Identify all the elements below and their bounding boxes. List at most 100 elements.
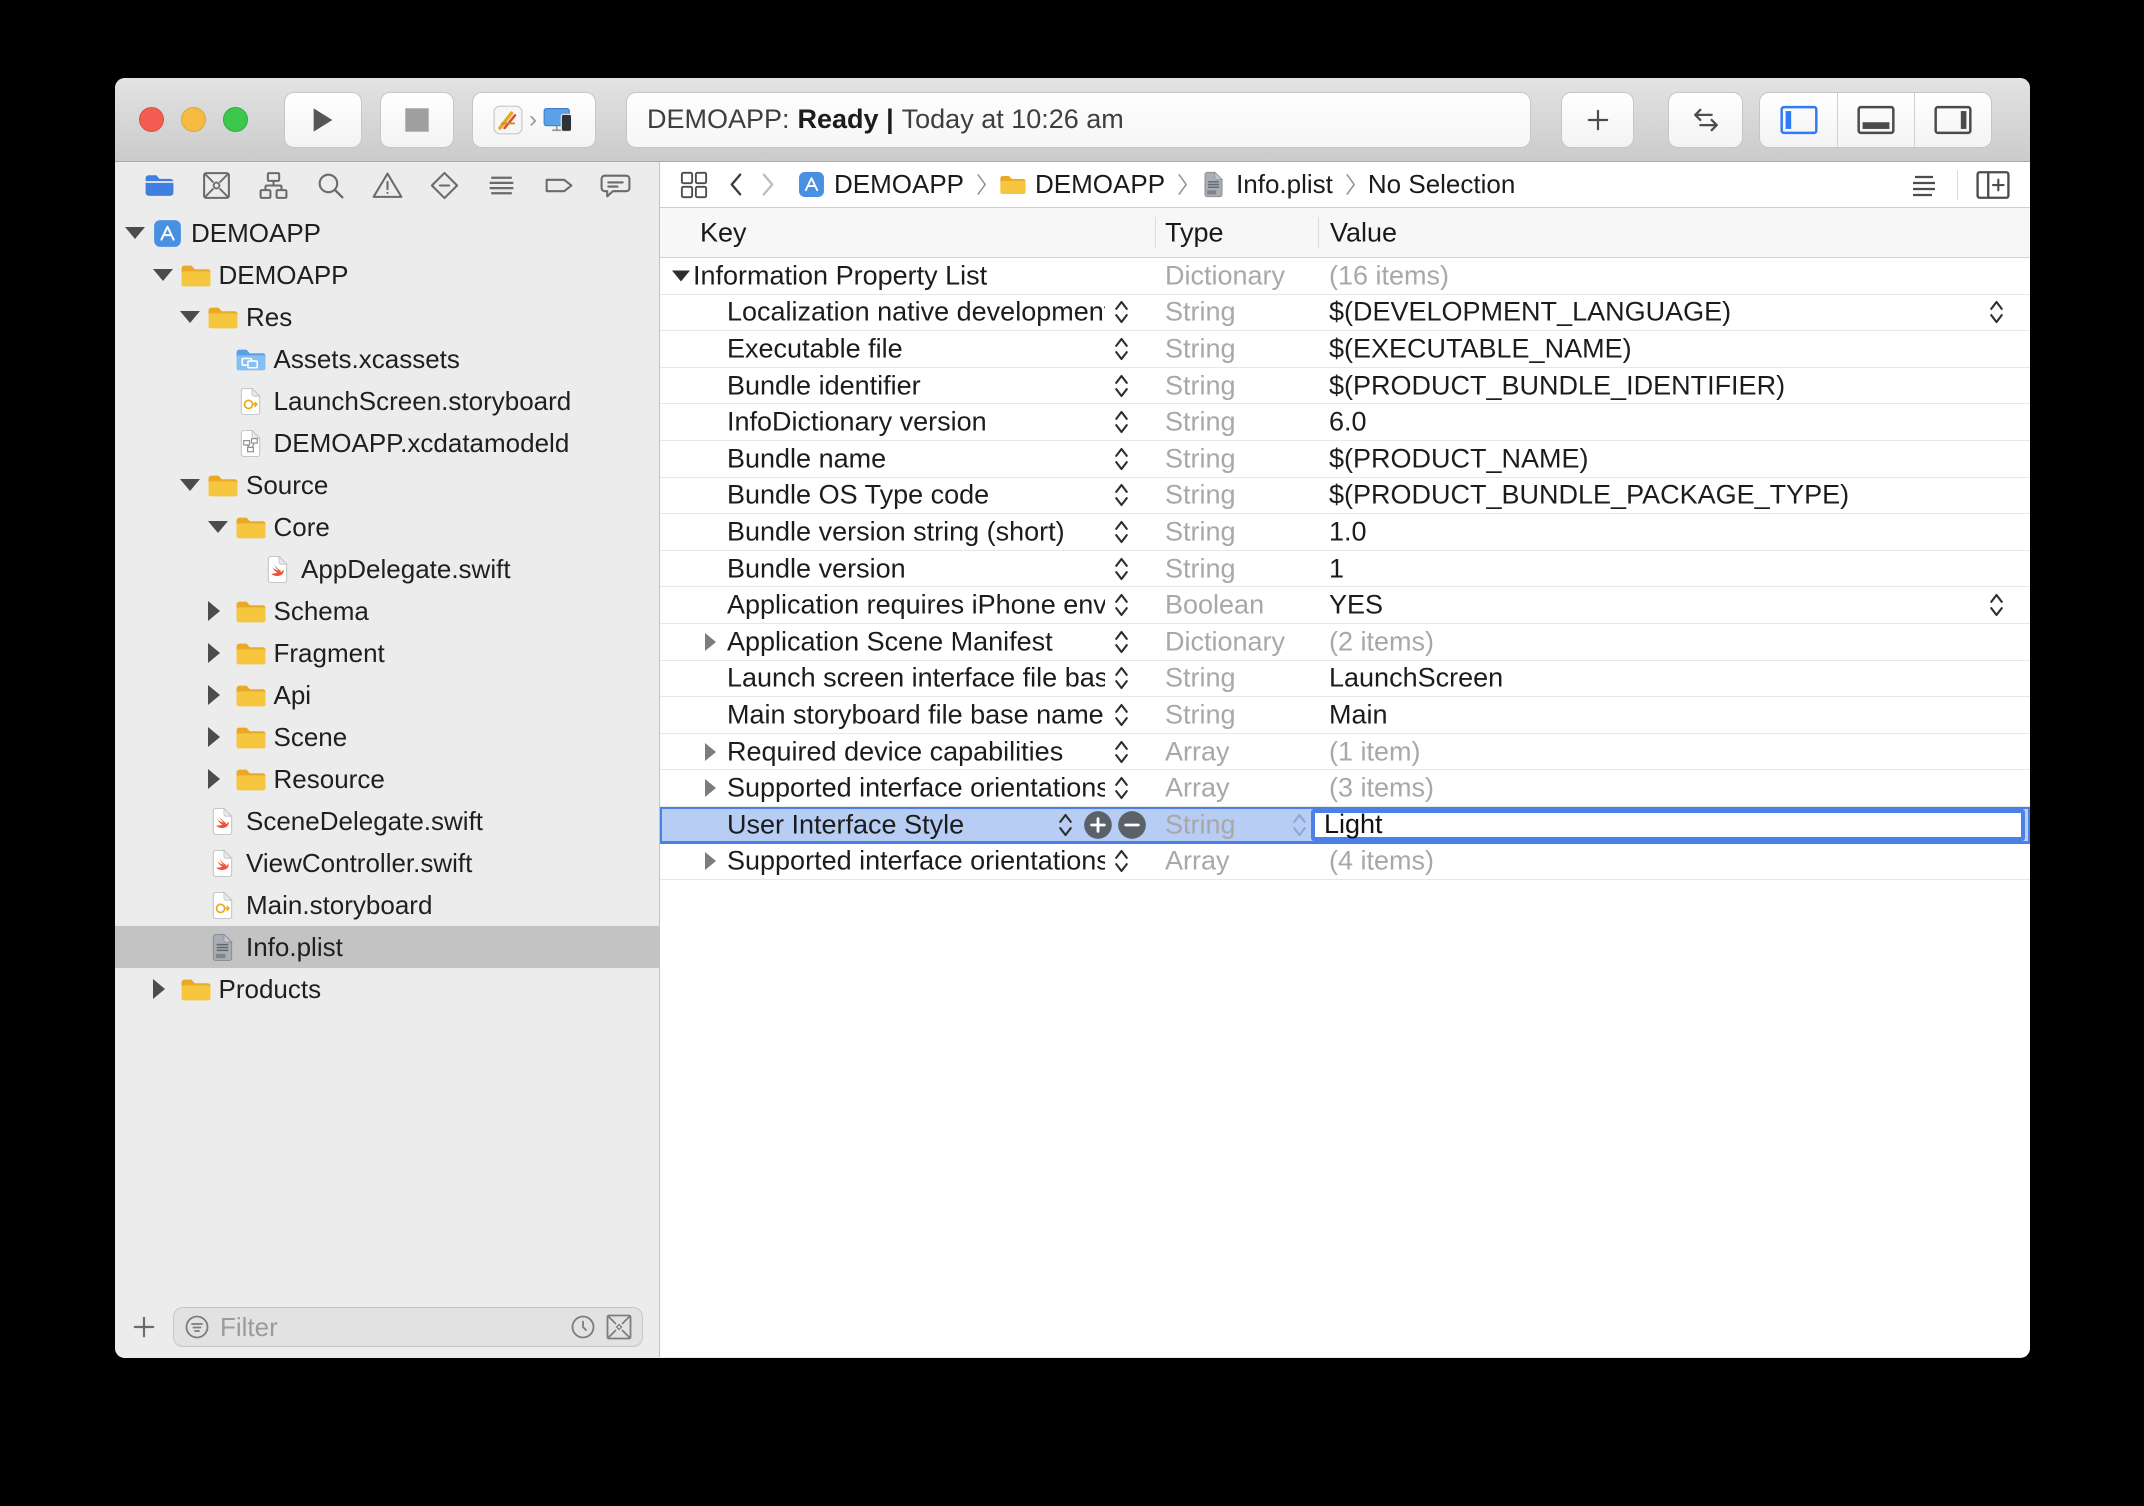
scheme-selector[interactable]: › <box>472 92 596 148</box>
tree-item-demoapp[interactable]: DEMOAPP <box>115 254 659 296</box>
key-stepper[interactable] <box>1112 334 1131 364</box>
stop-button[interactable] <box>380 92 454 148</box>
key-stepper[interactable] <box>1112 444 1131 474</box>
plist-row[interactable]: Supported interface orientationsArray(3 … <box>660 770 2030 807</box>
zoom-button[interactable] <box>223 107 248 132</box>
key-stepper[interactable] <box>1112 663 1131 693</box>
key-stepper[interactable] <box>1112 297 1131 327</box>
triangle-open-icon[interactable] <box>672 270 690 281</box>
value-stepper[interactable] <box>1987 297 2006 327</box>
plist-row[interactable]: User Interface StyleStringLight <box>660 807 2030 844</box>
breadcrumb-item[interactable]: Info.plist <box>1200 169 1333 200</box>
plist-row[interactable]: Bundle version string (short)String1.0 <box>660 514 2030 551</box>
triangle-closed-icon[interactable] <box>705 743 716 761</box>
source-control-navigator-tab[interactable] <box>196 165 236 205</box>
run-button[interactable] <box>284 92 362 148</box>
plist-row[interactable]: Application Scene ManifestDictionary(2 i… <box>660 624 2030 661</box>
plist-row[interactable]: Bundle nameString$(PRODUCT_NAME) <box>660 441 2030 478</box>
remove-item-button[interactable] <box>1117 810 1147 840</box>
triangle-closed-icon[interactable] <box>705 852 716 870</box>
editor-mode-button[interactable] <box>1668 92 1743 148</box>
tree-item-assets-xcassets[interactable]: Assets.xcassets <box>115 338 659 380</box>
disclosure-triangle[interactable] <box>153 979 180 999</box>
key-stepper[interactable] <box>1112 371 1131 401</box>
key-stepper[interactable] <box>1056 810 1075 840</box>
test-navigator-tab[interactable] <box>424 165 464 205</box>
breakpoint-navigator-tab[interactable] <box>538 165 578 205</box>
tree-item-launchscreen-storyboard[interactable]: LaunchScreen.storyboard <box>115 380 659 422</box>
tree-item-api[interactable]: Api <box>115 674 659 716</box>
tree-item-main-storyboard[interactable]: Main.storyboard <box>115 884 659 926</box>
plist-row[interactable]: Information Property ListDictionary(16 i… <box>660 258 2030 295</box>
back-button[interactable] <box>728 172 743 197</box>
plist-row[interactable]: Bundle OS Type codeString$(PRODUCT_BUNDL… <box>660 478 2030 515</box>
breadcrumb-item[interactable]: No Selection <box>1368 169 1515 200</box>
tree-item-schema[interactable]: Schema <box>115 590 659 632</box>
close-button[interactable] <box>139 107 164 132</box>
tree-item-appdelegate-swift[interactable]: AppDelegate.swift <box>115 548 659 590</box>
minimize-button[interactable] <box>181 107 206 132</box>
disclosure-triangle[interactable] <box>208 727 235 747</box>
key-stepper[interactable] <box>1112 737 1131 767</box>
key-stepper[interactable] <box>1112 590 1131 620</box>
debug-navigator-tab[interactable] <box>481 165 521 205</box>
library-add-button[interactable] <box>1561 92 1634 148</box>
disclosure-triangle[interactable] <box>180 479 207 491</box>
tree-item-scenedelegate-swift[interactable]: SceneDelegate.swift <box>115 800 659 842</box>
source-control-filter-icon[interactable] <box>606 1314 632 1340</box>
disclosure-triangle[interactable] <box>153 269 180 281</box>
disclosure-triangle[interactable] <box>208 521 235 533</box>
triangle-closed-icon[interactable] <box>705 779 716 797</box>
plist-row[interactable]: InfoDictionary versionString6.0 <box>660 404 2030 441</box>
breadcrumb-item[interactable]: DEMOAPP <box>999 169 1165 200</box>
tree-item-products[interactable]: Products <box>115 968 659 1010</box>
plist-row[interactable]: Application requires iPhone enviro...Boo… <box>660 587 2030 624</box>
key-stepper[interactable] <box>1112 700 1131 730</box>
toggle-debug-panel-button[interactable] <box>1837 93 1914 147</box>
key-stepper[interactable] <box>1112 480 1131 510</box>
tree-item-res[interactable]: Res <box>115 296 659 338</box>
symbol-navigator-tab[interactable] <box>253 165 293 205</box>
plist-row[interactable]: Launch screen interface file base...Stri… <box>660 661 2030 698</box>
key-stepper[interactable] <box>1112 517 1131 547</box>
editor-options-button[interactable] <box>1909 170 1939 200</box>
tree-item-resource[interactable]: Resource <box>115 758 659 800</box>
key-stepper[interactable] <box>1112 773 1131 803</box>
disclosure-triangle[interactable] <box>208 685 235 705</box>
find-navigator-tab[interactable] <box>310 165 350 205</box>
tree-item-core[interactable]: Core <box>115 506 659 548</box>
plist-row[interactable]: Executable fileString$(EXECUTABLE_NAME) <box>660 331 2030 368</box>
breadcrumb-item[interactable]: DEMOAPP <box>798 169 964 200</box>
plist-row[interactable]: Bundle versionString1 <box>660 551 2030 588</box>
add-editor-button[interactable] <box>1976 170 2010 200</box>
triangle-closed-icon[interactable] <box>705 633 716 651</box>
value-stepper[interactable] <box>1987 590 2006 620</box>
key-stepper[interactable] <box>1112 554 1131 584</box>
disclosure-triangle[interactable] <box>125 227 152 239</box>
project-navigator-tab[interactable] <box>139 165 179 205</box>
disclosure-triangle[interactable] <box>180 311 207 323</box>
key-stepper[interactable] <box>1112 846 1131 876</box>
disclosure-triangle[interactable] <box>208 769 235 789</box>
recent-files-filter-icon[interactable] <box>570 1314 596 1340</box>
plist-row[interactable]: Main storyboard file base nameStringMain <box>660 697 2030 734</box>
plist-row[interactable]: Supported interface orientations (i...Ar… <box>660 844 2030 881</box>
tree-item-info-plist[interactable]: Info.plist <box>115 926 659 968</box>
toggle-inspector-panel-button[interactable] <box>1914 93 1991 147</box>
add-item-button[interactable] <box>1083 810 1113 840</box>
tree-item-source[interactable]: Source <box>115 464 659 506</box>
tree-item-viewcontroller-swift[interactable]: ViewController.swift <box>115 842 659 884</box>
add-file-button[interactable] <box>131 1314 157 1340</box>
disclosure-triangle[interactable] <box>208 643 235 663</box>
forward-button[interactable] <box>761 172 776 197</box>
plist-row[interactable]: Bundle identifierString$(PRODUCT_BUNDLE_… <box>660 368 2030 405</box>
key-stepper[interactable] <box>1112 627 1131 657</box>
filter-input[interactable]: Filter <box>173 1307 643 1347</box>
report-navigator-tab[interactable] <box>595 165 635 205</box>
issue-navigator-tab[interactable] <box>367 165 407 205</box>
tree-item-fragment[interactable]: Fragment <box>115 632 659 674</box>
related-items-button[interactable] <box>680 171 708 199</box>
toggle-navigator-panel-button[interactable] <box>1760 93 1837 147</box>
key-stepper[interactable] <box>1112 407 1131 437</box>
type-stepper[interactable] <box>1290 810 1309 840</box>
